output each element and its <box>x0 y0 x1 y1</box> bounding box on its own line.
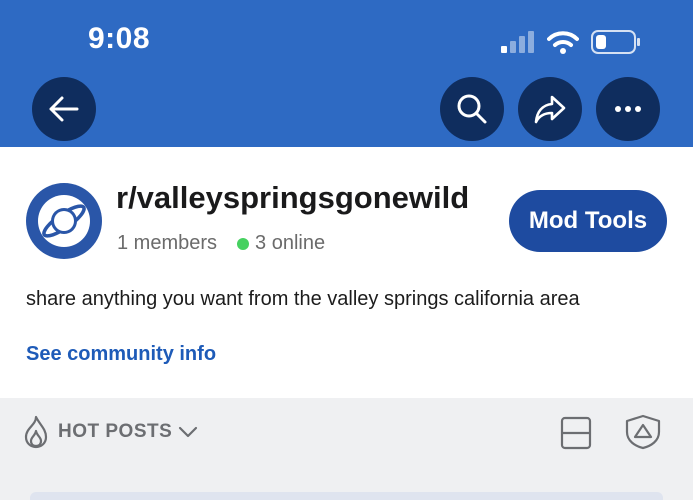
share-icon <box>534 95 566 124</box>
planet-icon <box>38 195 90 247</box>
community-meta: 1 members 3 online <box>117 232 325 255</box>
community-name: r/valleyspringsgonewild <box>116 180 470 215</box>
see-community-info-link[interactable]: See community info <box>26 343 216 366</box>
member-count: 1 members <box>117 232 218 254</box>
post-card-edge <box>30 492 663 500</box>
more-button[interactable] <box>596 77 660 141</box>
sort-bar: HOT POSTS <box>0 398 693 500</box>
community-header: r/valleyspringsgonewild 1 members 3 onli… <box>0 147 693 398</box>
signal-icon <box>501 31 534 53</box>
sort-label: HOT POSTS <box>58 421 173 442</box>
search-button[interactable] <box>440 77 504 141</box>
mod-shield-icon[interactable] <box>624 414 662 450</box>
search-icon <box>457 94 487 124</box>
status-icons <box>501 30 641 54</box>
layout-view-icon[interactable] <box>560 416 592 450</box>
chevron-down-icon <box>179 426 198 438</box>
battery-icon <box>591 30 640 54</box>
wifi-icon <box>547 31 579 54</box>
mod-tools-button[interactable]: Mod Tools <box>509 190 667 252</box>
arrow-left-icon <box>49 96 79 122</box>
share-button[interactable] <box>518 77 582 141</box>
online-dot <box>237 237 250 250</box>
flame-icon <box>24 415 48 449</box>
online-count: 3 online <box>255 232 326 254</box>
back-button[interactable] <box>32 77 96 141</box>
community-description: share anything you want from the valley … <box>26 288 580 310</box>
status-time: 9:08 <box>88 22 151 55</box>
community-avatar[interactable] <box>26 183 102 259</box>
more-icon <box>615 106 641 112</box>
top-bar: 9:08 <box>0 0 693 147</box>
sort-dropdown[interactable]: HOT POSTS <box>20 415 198 449</box>
